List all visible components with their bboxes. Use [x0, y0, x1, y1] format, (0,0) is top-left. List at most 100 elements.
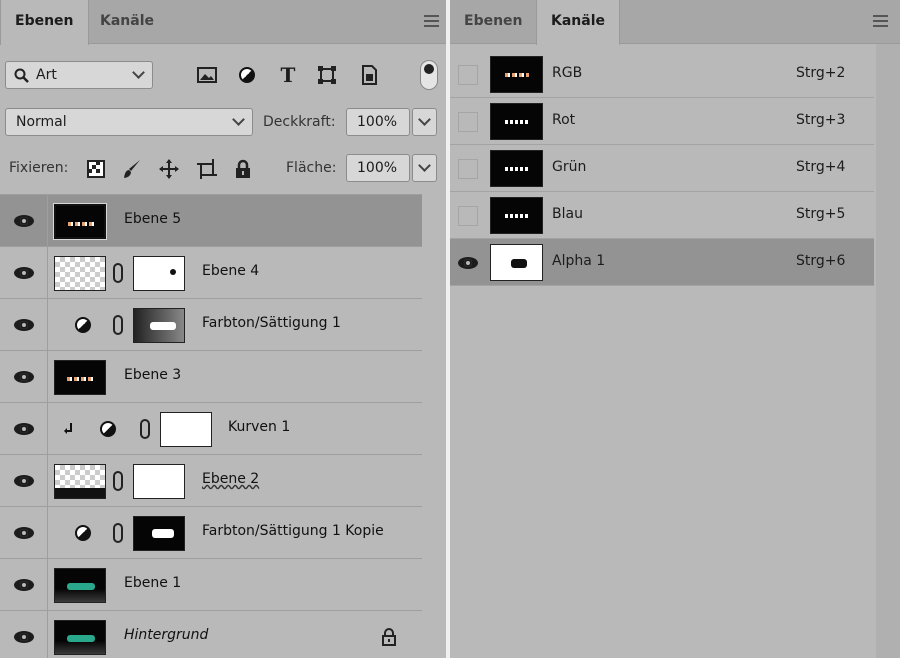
eye-icon[interactable]	[14, 527, 34, 539]
fill-dropdown[interactable]	[412, 154, 437, 182]
tab-channels[interactable]: Kanäle	[536, 0, 621, 45]
channel-row[interactable]: RGB Strg+2	[450, 51, 874, 98]
fill-input[interactable]: 100%	[346, 154, 410, 182]
layer-name[interactable]: Hintergrund	[124, 627, 208, 643]
filter-toggle-icon[interactable]	[420, 60, 438, 90]
link-icon[interactable]	[113, 471, 123, 491]
tab-layers[interactable]: Ebenen	[0, 0, 89, 45]
visibility-cell	[0, 299, 48, 351]
channel-thumbnail	[490, 56, 543, 93]
eye-icon[interactable]	[14, 423, 34, 435]
link-icon[interactable]	[113, 523, 123, 543]
visibility-toggle[interactable]	[458, 65, 478, 85]
tab-layers[interactable]: Ebenen	[450, 0, 537, 44]
tab-channels[interactable]: Kanäle	[86, 0, 168, 44]
layer-row[interactable]: Ebene 4	[0, 247, 422, 299]
smart-object-filter-icon[interactable]	[357, 63, 381, 87]
chevron-down-icon	[132, 66, 145, 79]
eye-icon[interactable]	[14, 371, 34, 383]
channel-thumbnail	[490, 103, 543, 140]
eye-icon[interactable]	[14, 475, 34, 487]
lock-icon	[382, 628, 396, 646]
visibility-toggle[interactable]	[458, 206, 478, 226]
opacity-input[interactable]: 100%	[346, 108, 410, 136]
eye-icon[interactable]	[14, 579, 34, 591]
hue-saturation-icon	[75, 317, 91, 333]
visibility-toggle[interactable]	[458, 112, 478, 132]
channel-row[interactable]: Rot Strg+3	[450, 98, 874, 145]
mask-thumbnail[interactable]	[160, 412, 212, 447]
mask-thumbnail[interactable]	[133, 464, 185, 499]
eye-icon[interactable]	[14, 267, 34, 279]
eye-icon[interactable]	[14, 631, 34, 643]
type-filter-icon[interactable]: T	[276, 63, 300, 87]
panel-menu-icon[interactable]	[424, 15, 439, 27]
layer-row[interactable]: Hintergrund	[0, 611, 422, 658]
layer-name[interactable]: Ebene 2	[202, 471, 259, 487]
layer-name[interactable]: Ebene 3	[124, 367, 181, 383]
layer-row[interactable]: Kurven 1	[0, 403, 422, 455]
visibility-toggle[interactable]	[458, 159, 478, 179]
link-icon[interactable]	[113, 263, 123, 283]
layer-list: Ebene 5 Ebene 4 Farbton/Sättigung 1 Eben…	[0, 194, 422, 658]
filter-type-select[interactable]: Art	[5, 61, 153, 89]
opacity-dropdown[interactable]	[412, 108, 437, 136]
layer-thumbnail	[54, 464, 106, 499]
visibility-cell	[0, 611, 48, 658]
mask-thumbnail[interactable]	[133, 256, 185, 291]
search-icon	[14, 68, 29, 83]
channel-row[interactable]: Alpha 1 Strg+6	[450, 239, 874, 286]
mask-thumbnail[interactable]	[133, 308, 185, 343]
link-icon[interactable]	[113, 315, 123, 335]
visibility-cell	[0, 455, 48, 507]
curves-icon	[100, 421, 116, 437]
lock-pixels-icon[interactable]	[120, 157, 144, 181]
mask-thumbnail[interactable]	[133, 516, 185, 551]
opacity-label: Deckkraft:	[263, 114, 336, 130]
lock-all-icon[interactable]	[231, 157, 255, 181]
layer-name[interactable]: Kurven 1	[228, 419, 290, 435]
channel-row[interactable]: Grün Strg+4	[450, 145, 874, 192]
layer-thumbnail	[54, 256, 106, 291]
eye-icon[interactable]	[14, 319, 34, 331]
panel-menu-icon[interactable]	[873, 15, 888, 27]
layer-row[interactable]: Farbton/Sättigung 1	[0, 299, 422, 351]
lock-position-icon[interactable]	[157, 157, 181, 181]
channel-thumbnail	[490, 150, 543, 187]
channel-row[interactable]: Blau Strg+5	[450, 192, 874, 239]
opacity-value: 100%	[357, 114, 398, 130]
layer-row[interactable]: Ebene 3	[0, 351, 422, 403]
adjustment-filter-icon[interactable]	[235, 63, 259, 87]
layer-row[interactable]: Farbton/Sättigung 1 Kopie	[0, 507, 422, 559]
layers-panel: Ebenen Kanäle Art T Normal Deckkraft: 10…	[0, 0, 446, 658]
channels-tabbar: Ebenen Kanäle	[450, 0, 900, 45]
layer-row[interactable]: Ebene 1	[0, 559, 422, 611]
layer-thumbnail	[54, 360, 106, 395]
visibility-cell	[0, 559, 48, 611]
eye-icon[interactable]	[458, 257, 478, 269]
lock-transparent-icon[interactable]	[84, 157, 108, 181]
scrollbar[interactable]	[876, 44, 900, 658]
lock-artboard-icon[interactable]	[195, 157, 219, 181]
layer-name[interactable]: Farbton/Sättigung 1	[202, 315, 341, 331]
layer-row[interactable]: Ebene 5	[0, 195, 422, 247]
blend-mode-select[interactable]: Normal	[5, 108, 253, 136]
eye-icon[interactable]	[14, 215, 34, 227]
channel-thumbnail	[490, 244, 543, 281]
layer-name[interactable]: Ebene 4	[202, 263, 259, 279]
visibility-cell	[0, 403, 48, 455]
link-icon[interactable]	[140, 419, 150, 439]
channel-shortcut: Strg+5	[796, 206, 846, 222]
shape-filter-icon[interactable]	[315, 63, 339, 87]
layer-row[interactable]: Ebene 2	[0, 455, 422, 507]
image-filter-icon[interactable]	[195, 63, 219, 87]
layer-name[interactable]: Ebene 5	[124, 211, 181, 227]
hue-saturation-icon	[75, 525, 91, 541]
channel-shortcut: Strg+2	[796, 65, 846, 81]
layers-tabbar: Ebenen Kanäle	[0, 0, 446, 45]
visibility-cell	[0, 195, 48, 247]
channel-shortcut: Strg+4	[796, 159, 846, 175]
channel-shortcut: Strg+3	[796, 112, 846, 128]
layer-name[interactable]: Farbton/Sättigung 1 Kopie	[202, 523, 384, 539]
layer-name[interactable]: Ebene 1	[124, 575, 181, 591]
